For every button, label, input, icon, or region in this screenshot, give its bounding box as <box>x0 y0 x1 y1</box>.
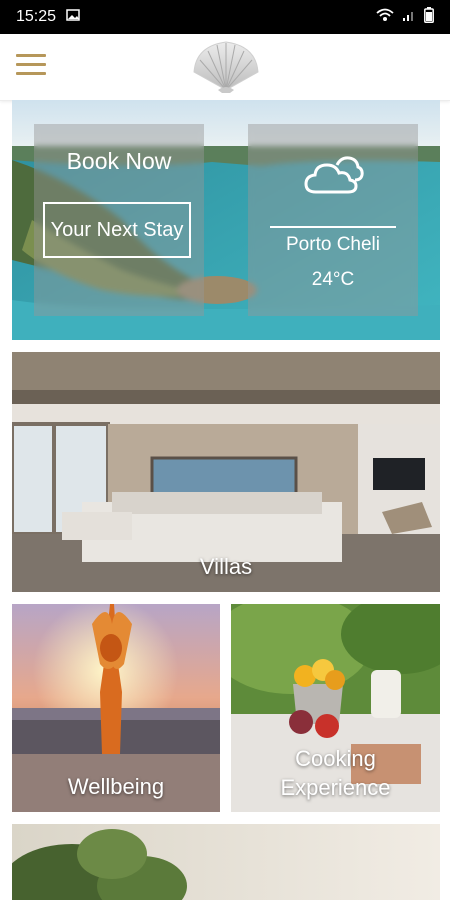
cooking-label-line2: Experience <box>280 775 391 800</box>
cloud-icon <box>304 154 364 198</box>
next-card-photo <box>12 824 440 900</box>
image-icon <box>66 8 80 26</box>
book-now-panel: Book Now Your Next Stay <box>34 124 204 316</box>
signal-icon <box>402 8 416 27</box>
wellbeing-card[interactable]: Wellbeing <box>12 604 220 812</box>
weather-city: Porto Cheli <box>286 234 380 255</box>
your-next-stay-button[interactable]: Your Next Stay <box>43 202 191 258</box>
shell-logo <box>190 38 262 94</box>
villas-label: Villas <box>199 554 253 579</box>
cooking-label-line1: Cooking <box>295 746 376 771</box>
wellbeing-label: Wellbeing <box>67 774 165 799</box>
cooking-experience-card[interactable]: Cooking Experience <box>231 604 440 812</box>
weather-panel: Porto Cheli 24°C <box>248 124 418 316</box>
status-time: 15:25 <box>16 8 57 25</box>
weather-divider <box>270 226 396 228</box>
hamburger-menu-icon[interactable] <box>16 54 46 78</box>
next-card-partial[interactable] <box>12 824 440 900</box>
battery-icon <box>424 6 434 28</box>
hero-card: Book Now Your Next Stay Porto Cheli 24°C <box>12 100 440 340</box>
weather-temperature: 24°C <box>311 269 355 290</box>
book-now-title: Book Now <box>66 148 172 174</box>
villas-card[interactable]: Villas <box>12 352 440 592</box>
wifi-icon <box>376 8 394 27</box>
status-bar: 15:25 <box>0 0 450 34</box>
app-header <box>0 34 450 101</box>
